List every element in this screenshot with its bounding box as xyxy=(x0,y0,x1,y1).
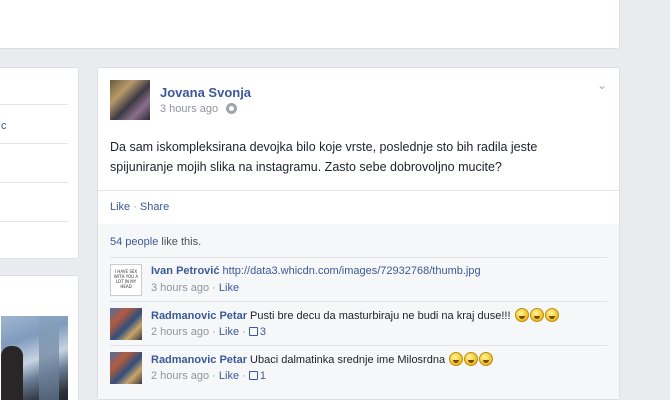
comment-like-count[interactable]: 3 xyxy=(248,326,266,338)
thumbs-up-icon xyxy=(248,327,258,336)
top-card xyxy=(0,0,620,49)
news-feed-post: Jovana Svonja 3 hours ago ⌄ Da sam iskom… xyxy=(97,67,620,400)
post-actions: Like · Share xyxy=(110,201,169,213)
divider xyxy=(0,221,68,222)
left-sidebar-card: c xyxy=(0,67,79,259)
comment-timestamp[interactable]: 3 hours ago xyxy=(151,282,209,294)
comment-like-count[interactable]: 1 xyxy=(248,370,266,382)
share-button[interactable]: Share xyxy=(140,201,169,213)
comment: Radmanovic Petar Pusti bre decu da mastu… xyxy=(110,301,607,341)
comment-meta: 3 hours ago · Like xyxy=(151,282,240,294)
likers-link[interactable]: 54 people xyxy=(110,236,158,248)
author-avatar[interactable] xyxy=(110,80,150,120)
sidebar-link-fragment[interactable]: c xyxy=(1,120,7,132)
commenter-avatar[interactable]: I HAVE SEX WITH YOU A LOT IN MY HEAD xyxy=(110,264,142,296)
laughing-emoticon-icon xyxy=(464,352,479,366)
like-summary-tail: like this. xyxy=(161,236,202,248)
divider xyxy=(0,182,68,183)
laughing-emoticon-icon xyxy=(449,352,464,366)
laughing-emoticon-icon xyxy=(479,352,494,366)
divider xyxy=(0,104,68,105)
commenter-name[interactable]: Radmanovic Petar xyxy=(151,310,247,322)
avatar-text: I HAVE SEX WITH YOU A LOT IN MY HEAD xyxy=(113,269,139,289)
laughing-emoticon-icon xyxy=(514,308,529,322)
comments-section: 54 people like this. I HAVE SEX WITH YOU… xyxy=(98,224,619,399)
page-background xyxy=(620,0,670,400)
like-summary: 54 people like this. xyxy=(110,236,201,248)
comment-like-button[interactable]: Like xyxy=(219,370,239,382)
comment-like-button[interactable]: Like xyxy=(219,282,239,294)
thumbs-up-icon xyxy=(248,371,258,380)
laughing-emoticon-icon xyxy=(544,308,559,322)
comment-text: Ubaci dalmatinka srednje ime Milosrdna xyxy=(250,354,446,366)
post-timestamp[interactable]: 3 hours ago xyxy=(160,103,218,115)
comment: I HAVE SEX WITH YOU A LOT IN MY HEAD Iva… xyxy=(110,257,607,297)
commenter-name[interactable]: Ivan Petrović xyxy=(151,265,219,277)
post-author[interactable]: Jovana Svonja xyxy=(160,85,251,100)
laughing-emoticon-icon xyxy=(529,308,544,322)
comment-text: Pusti bre decu da masturbiraju ne budi n… xyxy=(250,310,511,322)
comment-timestamp[interactable]: 2 hours ago xyxy=(151,326,209,338)
comment: Radmanovic Petar Ubaci dalmatinka srednj… xyxy=(110,345,607,385)
chevron-down-icon[interactable]: ⌄ xyxy=(597,78,607,92)
commenter-name[interactable]: Radmanovic Petar xyxy=(151,354,247,366)
comment-link[interactable]: http://data3.whicdn.com/images/72932768/… xyxy=(223,265,481,277)
divider xyxy=(0,143,68,144)
left-photo-card xyxy=(0,275,79,400)
comment-meta: 2 hours ago · Like · 3 xyxy=(151,326,266,338)
commenter-avatar[interactable] xyxy=(110,308,142,340)
comment-timestamp[interactable]: 2 hours ago xyxy=(151,370,209,382)
globe-icon[interactable] xyxy=(226,103,237,114)
comment-like-button[interactable]: Like xyxy=(219,326,239,338)
photo[interactable] xyxy=(1,316,68,400)
post-text: Da sam iskompleksirana devojka bilo koje… xyxy=(110,140,538,174)
separator: · xyxy=(133,201,137,213)
divider xyxy=(98,190,619,191)
comment-meta: 2 hours ago · Like · 1 xyxy=(151,370,266,382)
commenter-avatar[interactable] xyxy=(110,352,142,384)
like-button[interactable]: Like xyxy=(110,201,130,213)
